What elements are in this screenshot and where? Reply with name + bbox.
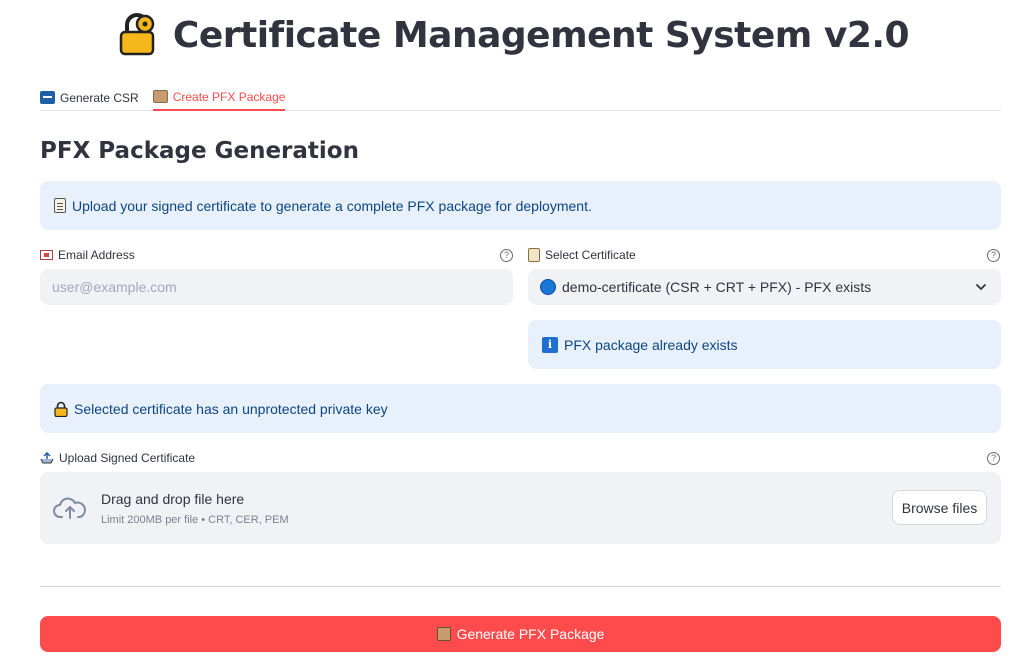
email-label: Email Address (40, 248, 135, 262)
info-icon: i (542, 336, 558, 353)
email-label-text: Email Address (58, 248, 135, 262)
csr-icon (40, 91, 55, 104)
clipboard-icon (54, 198, 66, 213)
app-page: Certificate Management System v2.0 Gener… (0, 0, 1024, 661)
file-dropzone[interactable]: Drag and drop file here Limit 200MB per … (40, 472, 1001, 544)
upload-label: Upload Signed Certificate (40, 451, 195, 465)
tab-generate-csr[interactable]: Generate CSR (40, 78, 139, 111)
blue-circle-icon (540, 279, 556, 295)
pfx-exists-alert: i PFX package already exists (528, 320, 1001, 369)
tab-create-pfx-package[interactable]: Create PFX Package (152, 78, 286, 111)
dropzone-limit: Limit 200MB per file • CRT, CER, PEM (101, 514, 289, 526)
upload-help-icon[interactable]: ? (987, 452, 1000, 465)
browse-files-button[interactable]: Browse files (892, 490, 987, 525)
email-help-icon[interactable]: ? (500, 249, 513, 262)
tab-create-pfx-package-label: Create PFX Package (172, 89, 286, 104)
inbox-tray-icon (40, 452, 54, 464)
chevron-down-icon (976, 284, 986, 290)
certificate-selected-value: demo-certificate (CSR + CRT + PFX) - PFX… (562, 279, 872, 295)
section-title: PFX Package Generation (40, 138, 359, 164)
scroll-icon (528, 248, 540, 262)
certificate-label-text: Select Certificate (545, 248, 636, 262)
app-title-text: Certificate Management System v2.0 (172, 14, 910, 56)
dropzone-title: Drag and drop file here (101, 491, 245, 507)
unprotected-key-text: Selected certificate has an unprotected … (74, 400, 388, 417)
certificate-select[interactable]: demo-certificate (CSR + CRT + PFX) - PFX… (528, 269, 1001, 305)
package-icon (436, 627, 451, 641)
cloud-upload-icon (53, 497, 86, 519)
tab-generate-csr-label: Generate CSR (60, 90, 139, 105)
generate-pfx-button[interactable]: Generate PFX Package (40, 616, 1001, 652)
lock-icon (54, 401, 68, 417)
certificate-label: Select Certificate (528, 248, 636, 262)
certificate-help-icon[interactable]: ? (987, 249, 1000, 262)
package-icon (152, 90, 168, 103)
generate-pfx-label: Generate PFX Package (456, 626, 605, 642)
upload-hint-text: Upload your signed certificate to genera… (72, 197, 592, 214)
divider (40, 586, 1001, 587)
upload-hint-alert: Upload your signed certificate to genera… (40, 181, 1001, 230)
app-title: Certificate Management System v2.0 (0, 12, 1024, 58)
pfx-exists-text: PFX package already exists (564, 336, 738, 353)
envelope-icon (40, 250, 53, 260)
lock-icon (119, 13, 155, 56)
email-field[interactable] (40, 269, 513, 305)
tab-bar: Generate CSR Create PFX Package (40, 78, 1001, 111)
unprotected-key-alert: Selected certificate has an unprotected … (40, 384, 1001, 433)
upload-label-text: Upload Signed Certificate (59, 451, 196, 465)
